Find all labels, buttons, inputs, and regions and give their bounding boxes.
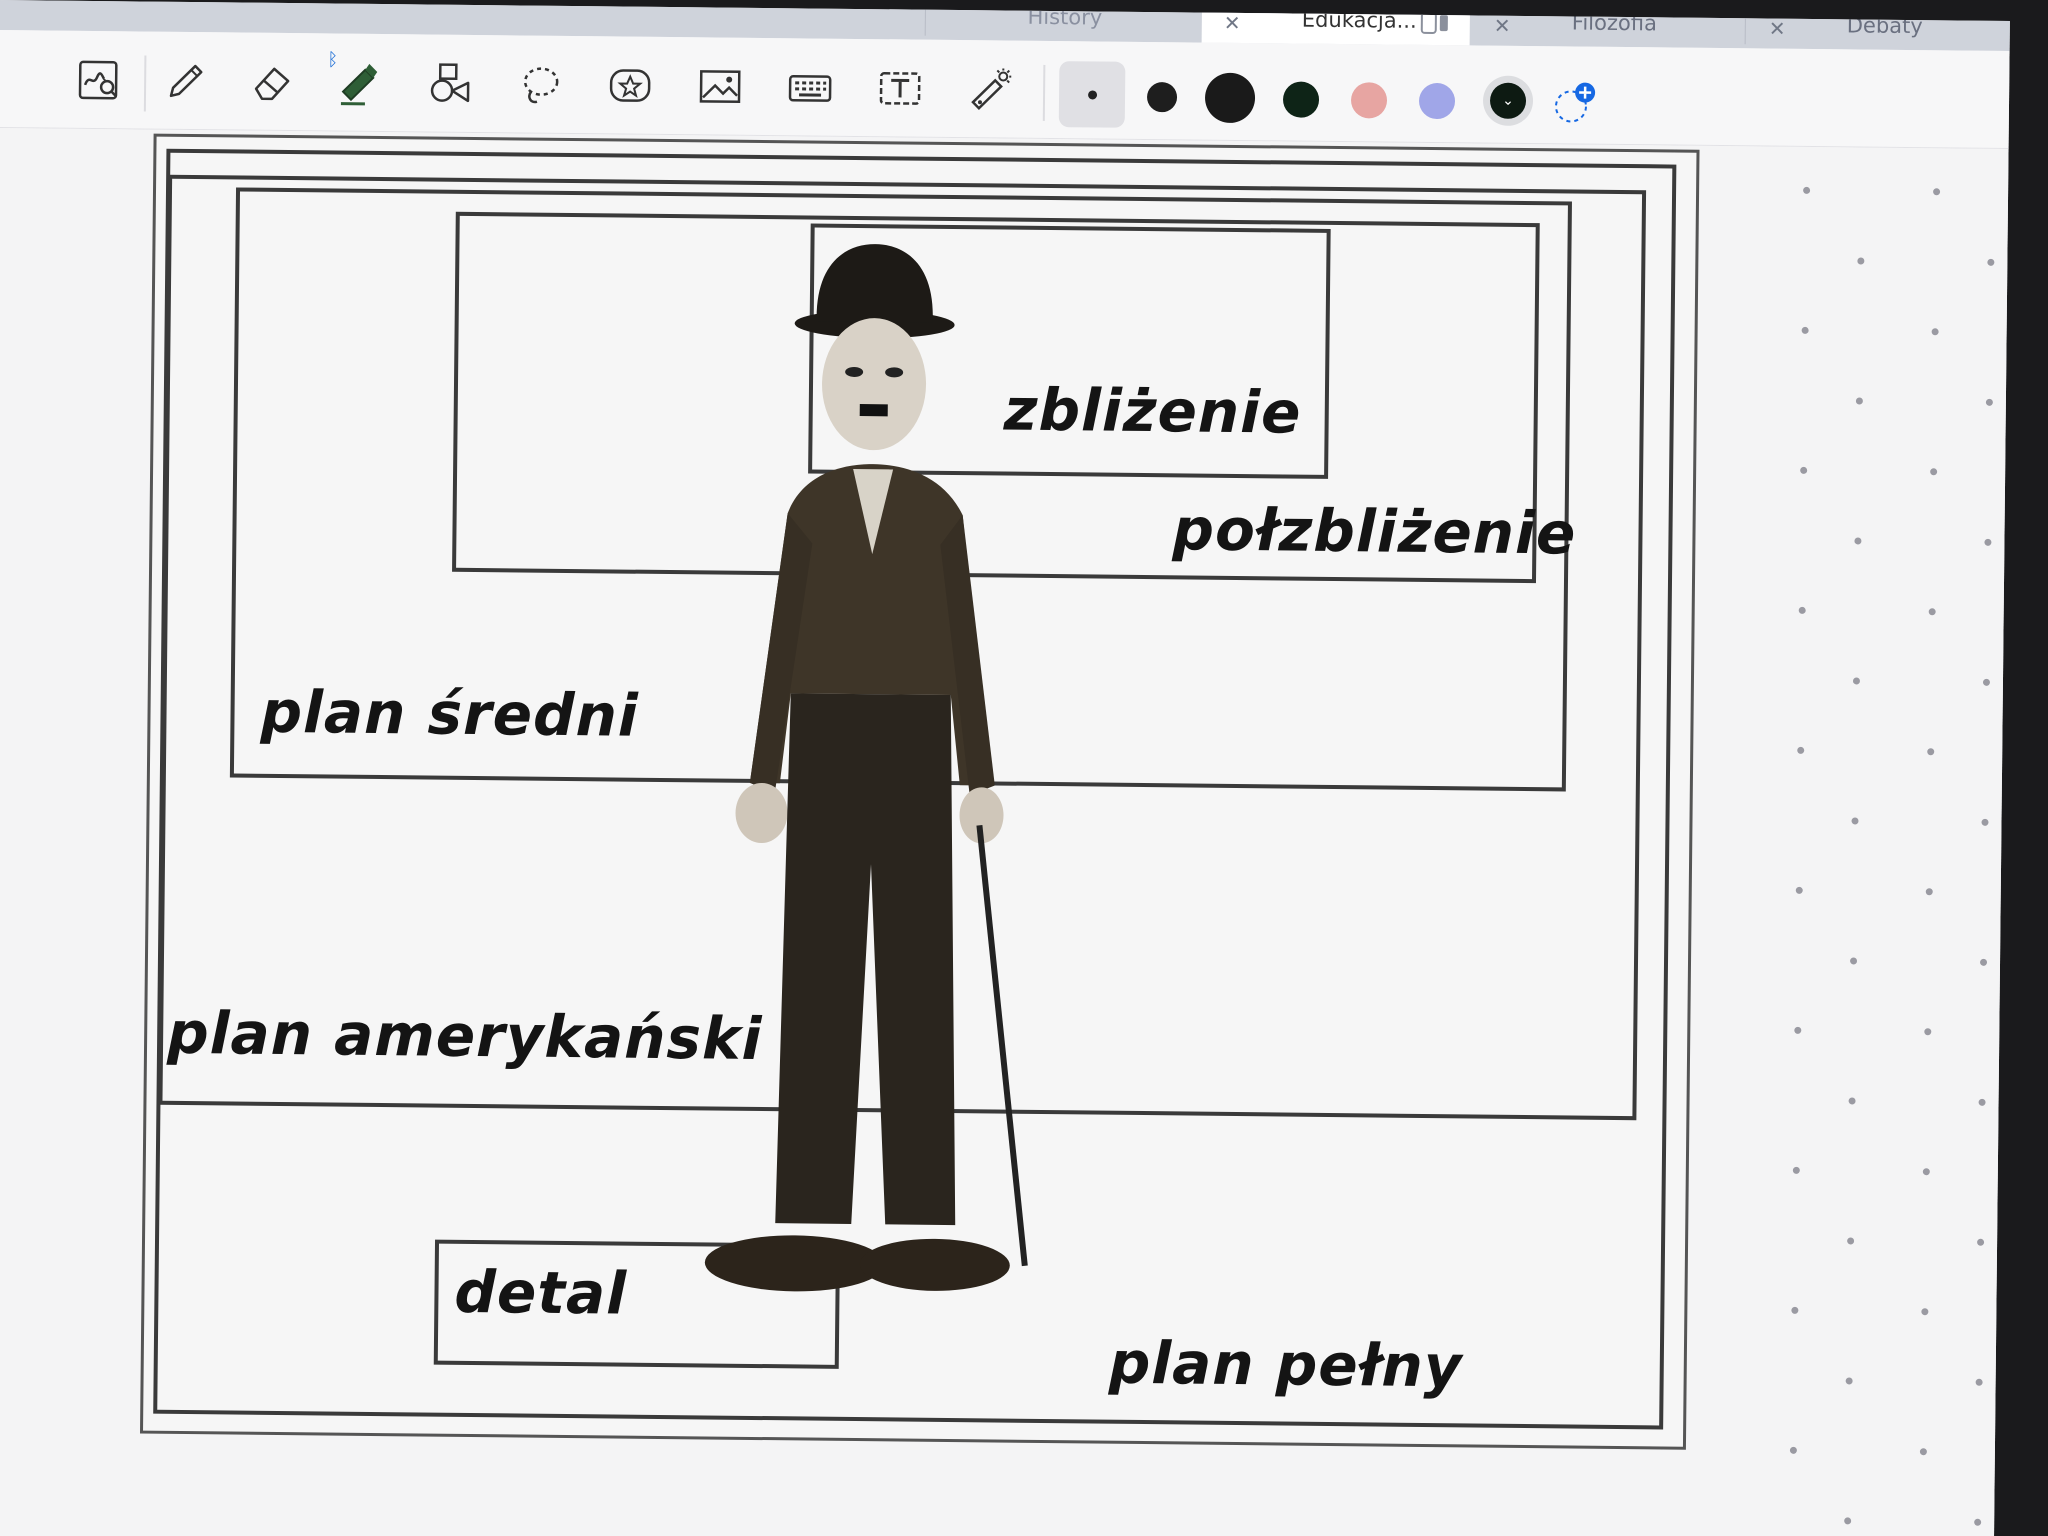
tab-filozofia[interactable]: ✕ Filozofia [1472,0,1743,48]
grid-dot [1848,1097,1856,1105]
label-zblizenie: zbliżenie [1003,375,1302,447]
grid-dot [1974,1518,1982,1526]
pen-size-small-button[interactable] [1058,61,1126,128]
grid-dot [1922,1168,1930,1176]
grid-dot [1847,1237,1855,1245]
close-icon[interactable]: ✕ [1224,11,1241,35]
grid-dot [1975,1378,1983,1386]
grid-dot [1791,1306,1799,1314]
grid-dot [1794,1026,1802,1034]
tab-edukacja[interactable]: ✕ Edukacja... [1201,0,1471,46]
grid-dot [1850,957,1858,965]
keyboard-icon[interactable] [783,60,838,115]
shapes-icon[interactable] [422,56,477,111]
grid-dot [1982,678,1991,686]
text-box-icon[interactable] [873,61,928,116]
grid-dot [1933,188,1941,196]
grid-dot [1857,257,1865,265]
grid-dot [1855,397,1863,405]
pen-size-medium-swatch[interactable] [1146,82,1178,113]
grid-dot [1792,1166,1800,1174]
grid-dot [1931,328,1939,336]
pen-icon[interactable] [157,54,212,109]
highlighter-icon[interactable]: ᛒ [327,49,386,110]
label-plan-sredni: plan średni [260,677,640,750]
grid-dot [1928,608,1936,616]
grid-dot [1925,888,1933,896]
grid-dot [1984,538,1992,546]
grid-dot [1985,398,1993,406]
lasso-icon[interactable] [513,57,568,112]
grid-dot [1927,748,1935,756]
image-icon[interactable] [693,59,748,114]
read-mode-icon[interactable] [71,53,126,108]
bluetooth-icon: ᛒ [327,49,339,71]
toolbar-divider [143,55,147,112]
add-color-button[interactable] [1551,78,1600,127]
tab-debaty[interactable]: ✕ Debaty [1747,0,2010,51]
grid-dot [1803,186,1811,194]
label-detal: detal [454,1257,628,1328]
selected-color-swatch[interactable]: ⌄ [1482,75,1534,127]
color-pink-swatch[interactable] [1350,82,1388,119]
grid-dot [1978,1098,1986,1106]
black-dot-small [1087,89,1097,99]
pen-size-large-swatch[interactable] [1204,72,1256,124]
grid-dot [1845,1377,1853,1385]
grid-dot [1979,958,1988,966]
grid-dot [1987,258,1995,266]
grid-dot [1921,1308,1929,1316]
grid-dot [1844,1517,1852,1525]
grid-dot [1789,1446,1797,1454]
pasted-film-shots-image[interactable]: zbliżenie połzbliżenie plan średni plan … [139,133,1700,1450]
tab-separator [924,0,927,36]
grid-dot [1930,468,1938,476]
grid-dot [1801,326,1809,334]
label-polzblizenie: połzbliżenie [1172,495,1577,568]
note-page[interactable]: zbliżenie połzbliżenie plan średni plan … [0,127,2010,1536]
grid-dot [1977,1238,1985,1246]
grid-dot [1798,606,1806,614]
tablet-screen: History ✕ Edukacja... ✕ Filozofia ✕ Deba… [0,0,2010,1536]
color-dark-green-swatch[interactable] [1282,81,1320,118]
label-plan-pelny: plan pełny [1108,1328,1463,1401]
close-icon[interactable]: ✕ [1769,17,1786,41]
grid-dot [1924,1028,1932,1036]
grid-dot [1797,746,1805,754]
chevron-down-icon: ⌄ [1489,82,1527,119]
grid-dot [1919,1448,1927,1456]
grid-dot [1800,466,1808,474]
grid-dot [1981,818,1989,826]
eraser-icon[interactable] [244,55,299,110]
tab-history[interactable]: History [930,0,1201,43]
grid-dot [1795,886,1803,894]
grid-dot [1851,817,1859,825]
split-view-icon[interactable] [1420,11,1450,40]
label-plan-amerykanski: plan amerykański [166,998,763,1074]
sticker-icon[interactable] [603,58,658,113]
grid-dot [1854,537,1862,545]
grid-dot [1852,677,1861,685]
close-icon[interactable]: ✕ [1494,14,1511,38]
toolbar-divider [1042,64,1046,121]
color-periwinkle-swatch[interactable] [1418,82,1456,120]
laser-pointer-icon[interactable] [963,62,1018,117]
